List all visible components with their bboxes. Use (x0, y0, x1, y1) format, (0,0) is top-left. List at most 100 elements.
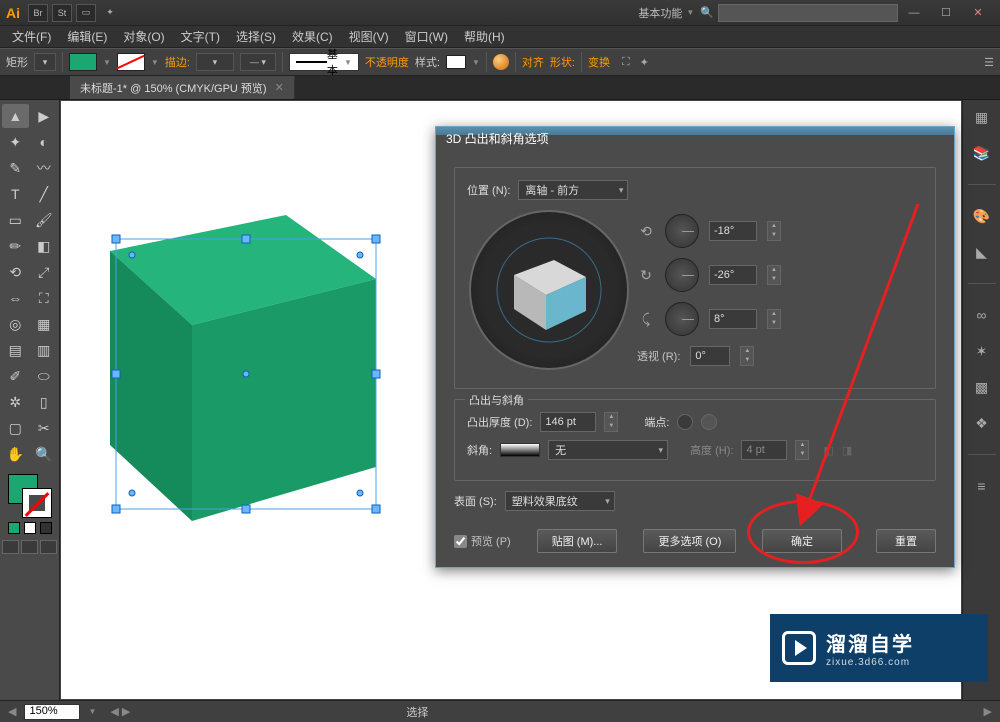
menu-edit[interactable]: 编辑(E) (59, 28, 115, 45)
workspace-switcher[interactable]: 基本功能 ▼ (638, 5, 694, 21)
preview-checkbox-input[interactable] (454, 535, 467, 548)
zoom-tool[interactable]: 🔍 (31, 442, 58, 466)
axis-y-input[interactable] (709, 265, 757, 285)
brush-def-dropdown[interactable]: 基本▼ (289, 53, 359, 71)
brush-tool[interactable]: 🖌 (31, 208, 58, 232)
color-mini-fill[interactable] (8, 522, 20, 534)
slice-tool[interactable]: ✂ (31, 416, 58, 440)
screen-full-menu[interactable] (21, 540, 38, 554)
bridge-icon[interactable]: Br (28, 4, 48, 22)
rotation-preview-widget[interactable] (469, 210, 629, 370)
panel-library-icon[interactable]: 📚 (971, 142, 993, 164)
fill-stroke-control[interactable] (8, 474, 52, 518)
shape-btn-label[interactable]: 形状: (550, 54, 575, 70)
extrude-depth-input[interactable] (540, 412, 596, 432)
axis-x-dial[interactable] (665, 214, 699, 248)
free-transform[interactable]: ⛶ (31, 286, 58, 310)
surface-select[interactable]: 塑料效果底纹 (505, 491, 615, 511)
mesh-tool[interactable]: ▤ (2, 338, 29, 362)
menu-window[interactable]: 窗口(W) (397, 28, 456, 45)
magic-wand-tool[interactable]: ✦ (2, 130, 29, 154)
extrude-depth-stepper[interactable]: ▲▼ (604, 412, 618, 432)
isolate-icon[interactable]: ⛶ (622, 56, 630, 69)
color-mini-none[interactable] (40, 522, 52, 534)
arrange-icon[interactable]: ▭ (76, 4, 96, 22)
document-tab[interactable]: 未标题-1* @ 150% (CMYK/GPU 预览) ✕ (70, 76, 295, 99)
transform-label[interactable]: 变换 (588, 54, 610, 70)
panel-brush-icon[interactable]: ✶ (971, 340, 993, 362)
line-tool[interactable]: ╱ (31, 182, 58, 206)
graphic-style-swatch[interactable] (446, 55, 466, 69)
fill-dropdown-icon[interactable]: ▼ (103, 58, 111, 67)
panel-properties-icon[interactable]: ▦ (971, 106, 993, 128)
style-dropdown-icon[interactable]: ▼ (472, 58, 480, 67)
panel-menu-icon[interactable]: ☰ (984, 56, 994, 69)
shape-mode-dropdown[interactable]: ▾ (34, 53, 56, 71)
map-art-button[interactable]: 贴图 (M)... (537, 529, 618, 553)
ok-button[interactable]: 确定 (762, 529, 842, 553)
reset-button[interactable]: 重置 (876, 529, 936, 553)
menu-help[interactable]: 帮助(H) (456, 28, 513, 45)
stroke-label[interactable]: 描边: (165, 54, 190, 70)
rectangle-tool[interactable]: ▭ (2, 208, 29, 232)
opacity-label[interactable]: 不透明度 (365, 54, 409, 70)
panel-stroke-icon[interactable]: ≡ (971, 475, 993, 497)
align-label[interactable]: 对齐 (522, 54, 544, 70)
scale-tool[interactable]: ⤢ (31, 260, 58, 284)
hand-tool[interactable]: ✋ (2, 442, 29, 466)
type-tool[interactable]: T (2, 182, 29, 206)
axis-z-input[interactable] (709, 309, 757, 329)
panel-shape-icon[interactable]: ◣ (971, 241, 993, 263)
perspective-stepper[interactable]: ▲▼ (740, 346, 754, 366)
menu-select[interactable]: 选择(S) (228, 28, 284, 45)
recolor-icon[interactable] (493, 54, 509, 70)
shape-builder[interactable]: ◎ (2, 312, 29, 336)
axis-x-input[interactable] (709, 221, 757, 241)
screen-full[interactable] (40, 540, 57, 554)
stroke-swatch-none[interactable] (117, 53, 145, 71)
dialog-title[interactable]: 3D 凸出和斜角选项 (436, 127, 954, 153)
pencil-tool[interactable]: ✏ (2, 234, 29, 258)
width-tool[interactable]: ⇔ (2, 286, 29, 310)
curvature-tool[interactable]: 〰 (31, 156, 58, 180)
axis-y-stepper[interactable]: ▲▼ (767, 265, 781, 285)
cap-off-icon[interactable] (701, 414, 717, 430)
stroke-color-none[interactable] (22, 488, 52, 518)
more-options-button[interactable]: 更多选项 (O) (643, 529, 736, 553)
blend-tool[interactable]: ⬭ (31, 364, 58, 388)
minimize-button[interactable]: — (898, 4, 930, 22)
menu-view[interactable]: 视图(V) (341, 28, 397, 45)
eyedropper-tool[interactable]: ✐ (2, 364, 29, 388)
panel-symbol-icon[interactable]: ❖ (971, 412, 993, 434)
stroke-weight-dropdown[interactable]: ▾ (196, 53, 234, 71)
cap-on-icon[interactable] (677, 414, 693, 430)
selection-tool[interactable]: ▲ (2, 104, 29, 128)
perspective-input[interactable] (690, 346, 730, 366)
color-mini-gradient[interactable] (24, 522, 36, 534)
search-input[interactable] (718, 4, 898, 22)
gpu-icon[interactable]: ✦ (100, 4, 120, 22)
artboard-tool[interactable]: ▢ (2, 416, 29, 440)
menu-type[interactable]: 文字(T) (173, 28, 228, 45)
position-select[interactable]: 离轴 - 前方 (518, 180, 628, 200)
menu-object[interactable]: 对象(O) (115, 28, 172, 45)
fill-swatch[interactable] (69, 53, 97, 71)
graph-tool[interactable]: ▯ (31, 390, 58, 414)
axis-x-stepper[interactable]: ▲▼ (767, 221, 781, 241)
axis-z-stepper[interactable]: ▲▼ (767, 309, 781, 329)
pen-tool[interactable]: ✎ (2, 156, 29, 180)
tab-close-icon[interactable]: ✕ (275, 81, 284, 94)
rotate-tool[interactable]: ⟲ (2, 260, 29, 284)
maximize-button[interactable]: ☐ (930, 4, 962, 22)
axis-y-dial[interactable] (665, 258, 699, 292)
eraser-tool[interactable]: ◧ (31, 234, 58, 258)
bevel-select[interactable]: 无 (548, 440, 668, 460)
lasso-tool[interactable]: ◐ (31, 130, 58, 154)
symbol-spray[interactable]: ✲ (2, 390, 29, 414)
close-button[interactable]: ✕ (962, 4, 994, 22)
stock-icon[interactable]: St (52, 4, 72, 22)
panel-swatch-icon[interactable]: ▩ (971, 376, 993, 398)
cube-artwork[interactable] (76, 191, 426, 571)
axis-z-dial[interactable] (665, 302, 699, 336)
screen-normal[interactable] (2, 540, 19, 554)
